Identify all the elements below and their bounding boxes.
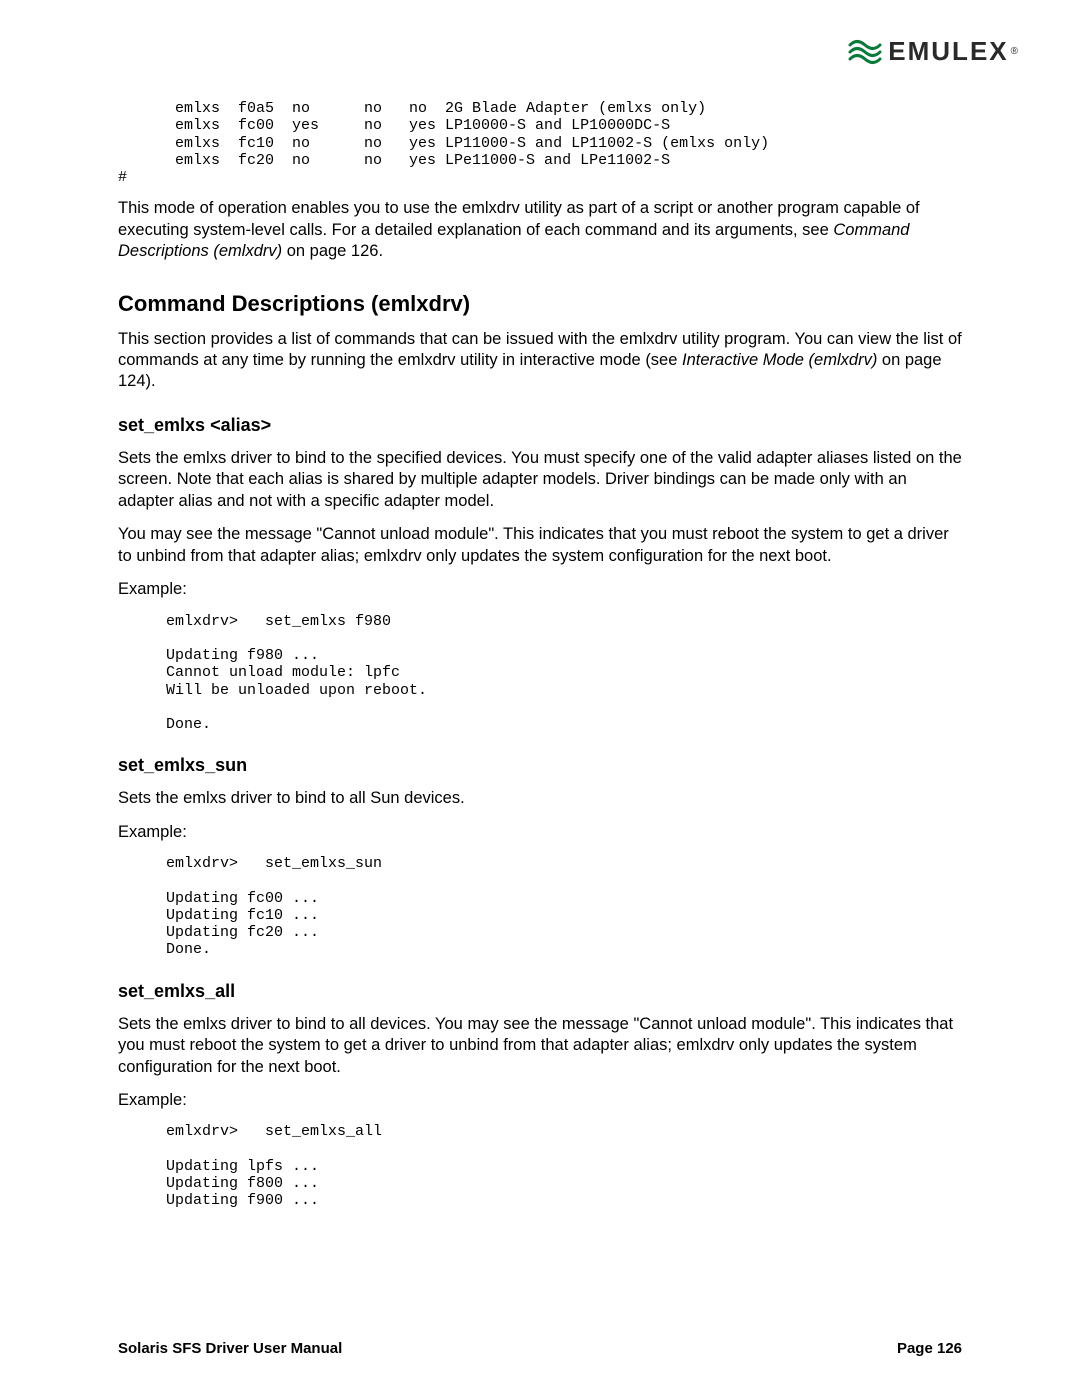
shell-prompt: #	[118, 169, 962, 186]
section-heading-command-descriptions: Command Descriptions (emlxdrv)	[118, 291, 962, 317]
registered-mark-icon: ®	[1011, 46, 1018, 57]
intro-paragraph: This mode of operation enables you to us…	[118, 198, 962, 262]
set-emlxs-example-code: emlxdrv> set_emlxs f980 Updating f980 ..…	[166, 613, 962, 734]
set-emlxs-desc-1: Sets the emlxs driver to bind to the spe…	[118, 448, 962, 512]
set-emlxs-all-example-code: emlxdrv> set_emlxs_all Updating lpfs ...…	[166, 1123, 962, 1209]
command-intro-paragraph: This section provides a list of commands…	[118, 329, 962, 393]
footer-page-number: Page 126	[897, 1340, 962, 1357]
footer-title: Solaris SFS Driver User Manual	[118, 1340, 342, 1357]
set-emlxs-example-label: Example:	[118, 579, 962, 600]
set-emlxs-sun-desc: Sets the emlxs driver to bind to all Sun…	[118, 788, 962, 809]
heading-set-emlxs-all: set_emlxs_all	[118, 981, 962, 1002]
page: EMULEX® emlxs f0a5 no no no 2G Blade Ada…	[0, 0, 1080, 1397]
set-emlxs-sun-example-label: Example:	[118, 822, 962, 843]
heading-set-emlxs-alias: set_emlxs <alias>	[118, 415, 962, 436]
adapter-table-code: emlxs f0a5 no no no 2G Blade Adapter (em…	[166, 100, 962, 169]
set-emlxs-sun-example-code: emlxdrv> set_emlxs_sun Updating fc00 ...…	[166, 855, 962, 959]
brand-text: EMULEX®	[888, 36, 1018, 67]
set-emlxs-desc-2: You may see the message "Cannot unload m…	[118, 524, 962, 567]
set-emlxs-all-example-label: Example:	[118, 1090, 962, 1111]
heading-set-emlxs-sun: set_emlxs_sun	[118, 755, 962, 776]
page-footer: Solaris SFS Driver User Manual Page 126	[118, 1340, 962, 1357]
emulex-waves-icon	[848, 39, 882, 65]
set-emlxs-all-desc: Sets the emlxs driver to bind to all dev…	[118, 1014, 962, 1078]
brand-logo: EMULEX®	[848, 36, 1018, 67]
